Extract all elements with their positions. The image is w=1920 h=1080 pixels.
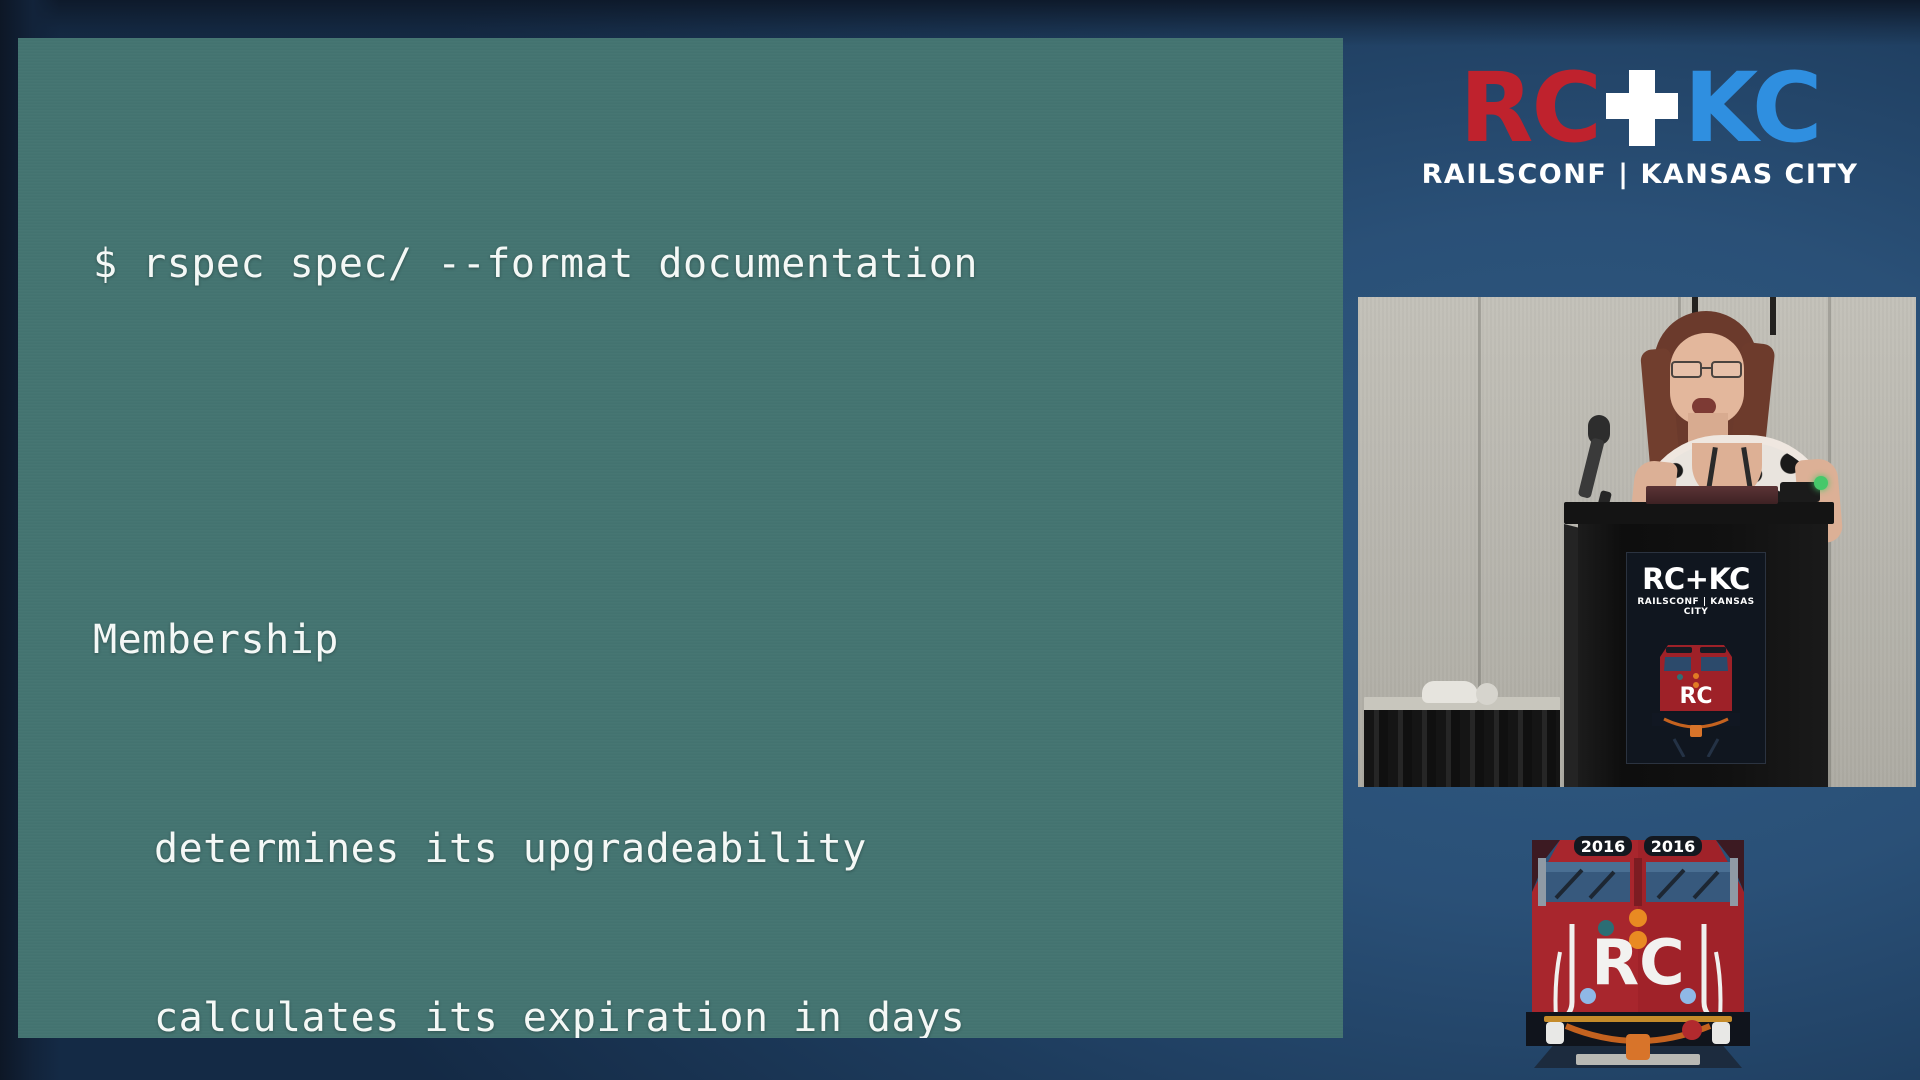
- speaker-person: [1627, 303, 1844, 545]
- table-skirt: [1364, 710, 1560, 787]
- spec-group-name: Membership: [93, 616, 339, 663]
- round-object: [1476, 683, 1498, 705]
- podium-top-surface: [1564, 502, 1834, 524]
- logo-kc-text: KC: [1683, 52, 1823, 164]
- terminal-command-line: $ rspec spec/ --format documentation: [93, 241, 978, 288]
- svg-text:RC: RC: [1679, 684, 1712, 709]
- train-illustration-large: 2016 2016 RC: [1526, 836, 1750, 1068]
- podium: RC+KC RAILSCONF | KANSAS CITY RC: [1564, 476, 1834, 787]
- train-year-right: 2016: [1651, 837, 1696, 856]
- train-year-left: 2016: [1581, 837, 1626, 856]
- logo-rc-text: RC: [1459, 52, 1602, 164]
- spec-example: determines its upgradeability: [154, 826, 867, 873]
- train-graphic: 2016 2016 RC: [1498, 806, 1778, 1068]
- railsconf-logo: RC KC RAILSCONF | KANSAS CITY: [1380, 52, 1900, 191]
- railsconf-wordmark: RC KC: [1380, 52, 1900, 164]
- slide-panel: $ rspec spec/ --format documentation Mem…: [18, 38, 1343, 1038]
- logo-plus-icon: [1604, 66, 1680, 150]
- podium-sign-subtitle: RAILSCONF | KANSAS CITY: [1637, 597, 1755, 617]
- train-monogram: RC: [1591, 926, 1684, 999]
- podium-sign: RC+KC RAILSCONF | KANSAS CITY RC: [1626, 552, 1766, 764]
- laptop: [1646, 486, 1778, 504]
- spec-example: calculates its expiration in days: [154, 994, 966, 1038]
- podium-train-icon: RC: [1644, 627, 1748, 757]
- right-column: RC KC RAILSCONF | KANSAS CITY RC+KC RAIL…: [1358, 0, 1920, 1080]
- glasses-lens: [1711, 361, 1742, 378]
- plastic-bag: [1422, 681, 1478, 703]
- glasses-icon: [1669, 361, 1745, 378]
- side-table: [1364, 681, 1560, 787]
- train-illustration: RC: [1644, 627, 1748, 757]
- terminal-output: $ rspec spec/ --format documentation Mem…: [18, 38, 1343, 1038]
- logo-subtitle: RAILSCONF | KANSAS CITY: [1421, 159, 1859, 191]
- presentation-stage: $ rspec spec/ --format documentation Mem…: [0, 0, 1920, 1080]
- podium-sign-wordmark: RC+KC: [1642, 562, 1750, 596]
- status-led: [1814, 476, 1828, 490]
- speaker-video-feed: RC+KC RAILSCONF | KANSAS CITY RC: [1358, 297, 1916, 787]
- glasses-lens: [1671, 361, 1702, 378]
